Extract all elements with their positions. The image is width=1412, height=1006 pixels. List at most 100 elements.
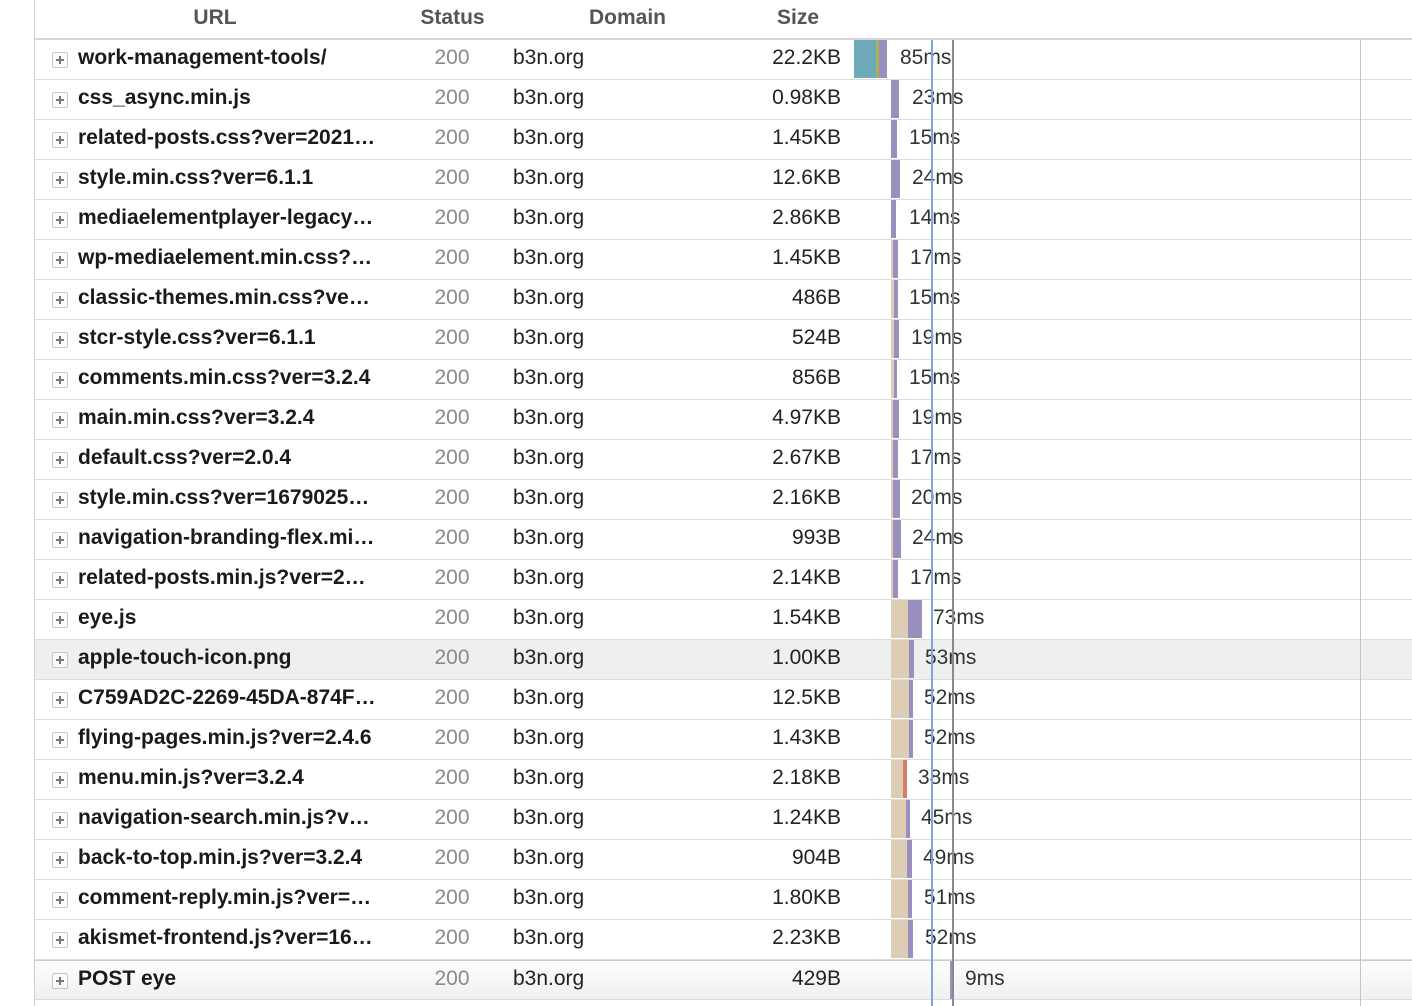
table-row[interactable]: C759AD2C-2269-45DA-874F… 200 b3n.org 12.5KB… [35, 680, 1412, 720]
table-row[interactable]: work-management-tools/200 b3n.org 22.2KB 85… [35, 40, 1412, 80]
table-row[interactable]: apple-touch-icon.png 200 b3n.org 1.00KB 53ms [35, 640, 1412, 680]
request-url: eye.js [78, 606, 137, 629]
waterfall-segment-blocked [891, 640, 909, 678]
table-row[interactable]: wp-mediaelement.min.css?… 200 b3n.org 1.45K… [35, 240, 1412, 280]
request-domain: b3n.org [513, 646, 585, 669]
expand-toggle-icon[interactable] [52, 332, 68, 348]
expand-toggle-icon[interactable] [52, 892, 68, 908]
request-size: 993B [791, 526, 841, 549]
waterfall-segment-waiting [893, 240, 898, 278]
request-status: 200 [434, 967, 470, 990]
table-row[interactable]: mediaelementplayer-legacy… 200 b3n.org 2.86… [35, 200, 1412, 240]
waterfall-segment-waiting [891, 200, 896, 238]
request-url: style.min.css?ver=6.1.1 [78, 166, 314, 189]
request-domain: b3n.org [513, 246, 585, 269]
expand-toggle-icon[interactable] [52, 692, 68, 708]
table-row[interactable]: eye.js 200 b3n.org 1.54KB 73ms [35, 600, 1412, 640]
request-domain: b3n.org [513, 206, 585, 229]
request-size: 429B [791, 967, 841, 990]
request-size: 524B [791, 326, 841, 349]
request-status: 200 [434, 246, 470, 269]
table-row[interactable]: navigation-branding-flex.mi… 200 b3n.org 99… [35, 520, 1412, 560]
expand-toggle-icon[interactable] [52, 92, 68, 108]
expand-toggle-icon[interactable] [52, 652, 68, 668]
request-status: 200 [434, 406, 470, 429]
expand-toggle-icon[interactable] [52, 932, 68, 948]
request-status: 200 [434, 806, 470, 829]
expand-toggle-icon[interactable] [52, 852, 68, 868]
column-header-domain[interactable]: Domain [570, 6, 685, 30]
request-size: 2.14KB [772, 566, 841, 589]
expand-toggle-icon[interactable] [52, 212, 68, 228]
expand-toggle-icon[interactable] [52, 172, 68, 188]
expand-toggle-icon[interactable] [52, 492, 68, 508]
request-url: apple-touch-icon.png [78, 646, 292, 669]
request-size: 1.00KB [772, 646, 841, 669]
expand-toggle-icon[interactable] [52, 452, 68, 468]
table-row[interactable]: css_async.min.js 200 b3n.org 0.98KB 23ms [35, 80, 1412, 120]
table-row[interactable]: related-posts.min.js?ver=2… 200 b3n.org 2.1… [35, 560, 1412, 600]
table-row[interactable]: flying-pages.min.js?ver=2.4.6 200 b3n.org 1… [35, 720, 1412, 760]
expand-toggle-icon[interactable] [52, 572, 68, 588]
expand-toggle-icon[interactable] [52, 973, 68, 989]
request-status: 200 [434, 846, 470, 869]
waterfall-segment-waiting [908, 880, 912, 918]
request-status: 200 [434, 486, 470, 509]
table-row[interactable]: related-posts.css?ver=2021… 200 b3n.org 1.4… [35, 120, 1412, 160]
table-row[interactable]: default.css?ver=2.0.4 200 b3n.org 2.67KB 17m… [35, 440, 1412, 480]
expand-toggle-icon[interactable] [52, 52, 68, 68]
waterfall-segment-waiting [891, 160, 900, 198]
expand-toggle-icon[interactable] [52, 812, 68, 828]
table-row[interactable]: akismet-frontend.js?ver=16… 200 b3n.org 2.2… [35, 920, 1412, 960]
request-status: 200 [434, 646, 470, 669]
table-row[interactable]: style.min.css?ver=1679025… 200 b3n.org 2.16… [35, 480, 1412, 520]
request-url: navigation-branding-flex.mi… [78, 526, 375, 549]
waterfall-segment-waiting [893, 560, 898, 598]
request-size: 2.16KB [772, 486, 841, 509]
table-row[interactable]: back-to-top.min.js?ver=3.2.4 200 b3n.org 90… [35, 840, 1412, 880]
expand-toggle-icon[interactable] [52, 772, 68, 788]
request-size: 2.86KB [772, 206, 841, 229]
column-header-url[interactable]: URL [175, 6, 255, 30]
request-status: 200 [434, 686, 470, 709]
expand-toggle-icon[interactable] [52, 132, 68, 148]
waterfall-segment-blocked [891, 720, 909, 758]
table-row[interactable]: navigation-search.min.js?v… 200 b3n.org 1.2… [35, 800, 1412, 840]
request-domain: b3n.org [513, 366, 585, 389]
table-row[interactable]: comment-reply.min.js?ver=… 200 b3n.org 1.80… [35, 880, 1412, 920]
request-domain: b3n.org [513, 86, 585, 109]
waterfall-segment-waiting [909, 640, 914, 678]
request-status: 200 [434, 86, 470, 109]
table-row[interactable]: style.min.css?ver=6.1.1 200 b3n.org 12.6KB 2… [35, 160, 1412, 200]
expand-toggle-icon[interactable] [52, 372, 68, 388]
waterfall-segment-waiting [908, 600, 922, 638]
waterfall-segment-blocked [891, 840, 907, 878]
request-status: 200 [434, 286, 470, 309]
waterfall-segment-waiting [894, 280, 898, 318]
table-row[interactable]: POST eye 200 b3n.org 429B 9ms [35, 960, 1412, 1000]
load-event-line [952, 40, 954, 1006]
expand-toggle-icon[interactable] [52, 612, 68, 628]
request-url: comment-reply.min.js?ver=… [78, 886, 372, 909]
expand-toggle-icon[interactable] [52, 252, 68, 268]
waterfall-segment-waiting [906, 800, 910, 838]
column-header-status[interactable]: Status [405, 6, 500, 30]
expand-toggle-icon[interactable] [52, 412, 68, 428]
table-row[interactable]: stcr-style.css?ver=6.1.1 200 b3n.org 524B 19… [35, 320, 1412, 360]
request-url: flying-pages.min.js?ver=2.4.6 [78, 726, 372, 749]
column-header-size[interactable]: Size [763, 6, 833, 30]
table-row[interactable]: classic-themes.min.css?ve… 200 b3n.org 486B… [35, 280, 1412, 320]
table-row[interactable]: menu.min.js?ver=3.2.4 200 b3n.org 2.18KB 38m… [35, 760, 1412, 800]
request-url: back-to-top.min.js?ver=3.2.4 [78, 846, 363, 869]
expand-toggle-icon[interactable] [52, 292, 68, 308]
expand-toggle-icon[interactable] [52, 732, 68, 748]
request-domain: b3n.org [513, 406, 585, 429]
table-row[interactable]: comments.min.css?ver=3.2.4 200 b3n.org 856B… [35, 360, 1412, 400]
expand-toggle-icon[interactable] [52, 532, 68, 548]
table-header: URL Status Domain Size [35, 0, 1412, 40]
request-duration: 24ms [912, 526, 964, 549]
request-duration: 19ms [911, 406, 963, 429]
table-row[interactable]: main.min.css?ver=3.2.4 200 b3n.org 4.97KB 19… [35, 400, 1412, 440]
request-domain: b3n.org [513, 926, 585, 949]
request-domain: b3n.org [513, 486, 585, 509]
